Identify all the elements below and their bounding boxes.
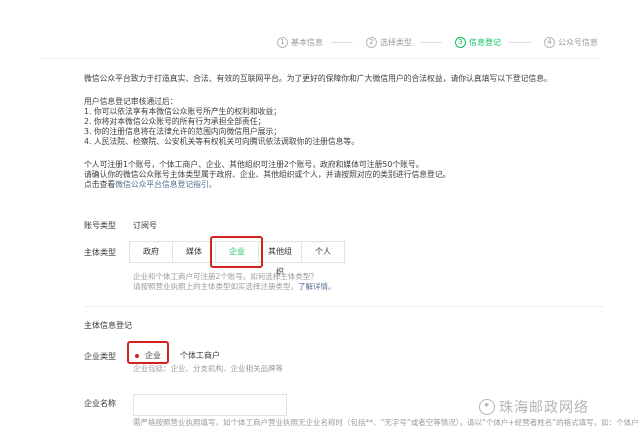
watermark-logo-icon: ✦ <box>479 399 495 415</box>
enterprise-type-radio-individual-business[interactable]: 个体工商户 <box>180 350 220 361</box>
registration-guide-link[interactable]: 微信公众平台信息登记指引。 <box>115 180 216 189</box>
step-info-registration: 3 信息登记 <box>455 37 531 48</box>
subject-type-label: 主体类型 <box>84 248 116 257</box>
limits-text: 请确认你的微信公众账号主体类型属于政府、企业、其他组织或个人，并请按照对应的类别… <box>84 170 451 179</box>
learn-more-link[interactable]: 了解详情。 <box>298 282 336 291</box>
step-label: 基本信息 <box>291 38 323 47</box>
account-type-label: 账号类型 <box>84 221 116 230</box>
step-select-type: 2 选择类型 <box>366 37 442 48</box>
subject-option-other-org[interactable]: 其他组织 <box>258 241 302 276</box>
enterprise-type-hint: 企业包括：企业、分支机构、企业相关品牌等 <box>133 364 283 373</box>
step-number: 4 <box>544 37 555 48</box>
highlight-frame <box>210 236 263 268</box>
step-connector <box>509 42 531 43</box>
enterprise-name-label: 企业名称 <box>84 399 116 408</box>
step-number: 3 <box>455 37 466 48</box>
enterprise-type-label: 企业类型 <box>84 352 116 361</box>
step-number: 1 <box>277 37 288 48</box>
review-item: 2. 你将对本微信公众账号的所有行为承担全部责任； <box>84 117 266 126</box>
radio-label: 个体工商户 <box>180 351 220 360</box>
limits-text: 个人可注册1个账号，个体工商户、企业、其他组织可注册2个账号，政府和媒体可注册5… <box>84 160 424 169</box>
enterprise-name-hint: 需严格按照营业执照填写，如个体工商户营业执照无企业名称时（包括**、“无字号”或… <box>133 418 639 427</box>
step-number: 2 <box>366 37 377 48</box>
steps-divider <box>40 58 600 59</box>
section-title: 主体信息登记 <box>84 321 132 330</box>
enterprise-name-input[interactable] <box>133 394 287 416</box>
step-connector <box>331 42 353 43</box>
review-title: 用户信息登记审核通过后： <box>84 97 178 106</box>
guide-line: 点击查看微信公众平台信息登记指引。 <box>84 180 217 190</box>
subject-option-individual[interactable]: 个人 <box>301 241 345 263</box>
subject-type-hint-detail: 请按照营业执照上的主体类型如实选择注册类型，了解详情。 <box>133 282 336 292</box>
review-item: 4. 人民法院、检察院、公安机关等有权机关可向腾讯依法调取你的注册信息等。 <box>84 137 360 146</box>
subject-type-hint: 企业和个体工商户可注册2个账号。如何选择主体类型？ <box>133 272 318 281</box>
intro-text: 微信公众平台致力于打造真实、合法、有效的互联网平台。为了更好的保障你和广大微信用… <box>84 74 552 83</box>
account-type-value: 订阅号 <box>133 221 157 230</box>
section-divider <box>84 306 604 307</box>
step-connector <box>420 42 442 43</box>
highlight-frame <box>127 341 169 364</box>
registration-steps: 1 基本信息 2 选择类型 3 信息登记 4 公众号信息 <box>277 37 611 48</box>
step-account-info: 4 公众号信息 <box>544 37 598 48</box>
watermark: ✦ 珠海邮政网络 <box>479 397 589 417</box>
hint-prefix: 请按照营业执照上的主体类型如实选择注册类型， <box>133 282 298 291</box>
subject-option-government[interactable]: 政府 <box>129 241 173 263</box>
step-label: 选择类型 <box>380 38 412 47</box>
watermark-text: 珠海邮政网络 <box>499 400 589 416</box>
step-basic-info: 1 基本信息 <box>277 37 353 48</box>
review-item: 1. 你可以依法享有本微信公众账号所产生的权利和收益； <box>84 107 282 116</box>
review-item: 3. 你的注册信息将在法律允许的范围内向微信用户展示； <box>84 127 282 136</box>
guide-prefix: 点击查看 <box>84 180 116 189</box>
step-label: 信息登记 <box>469 38 501 47</box>
step-label: 公众号信息 <box>558 38 598 47</box>
